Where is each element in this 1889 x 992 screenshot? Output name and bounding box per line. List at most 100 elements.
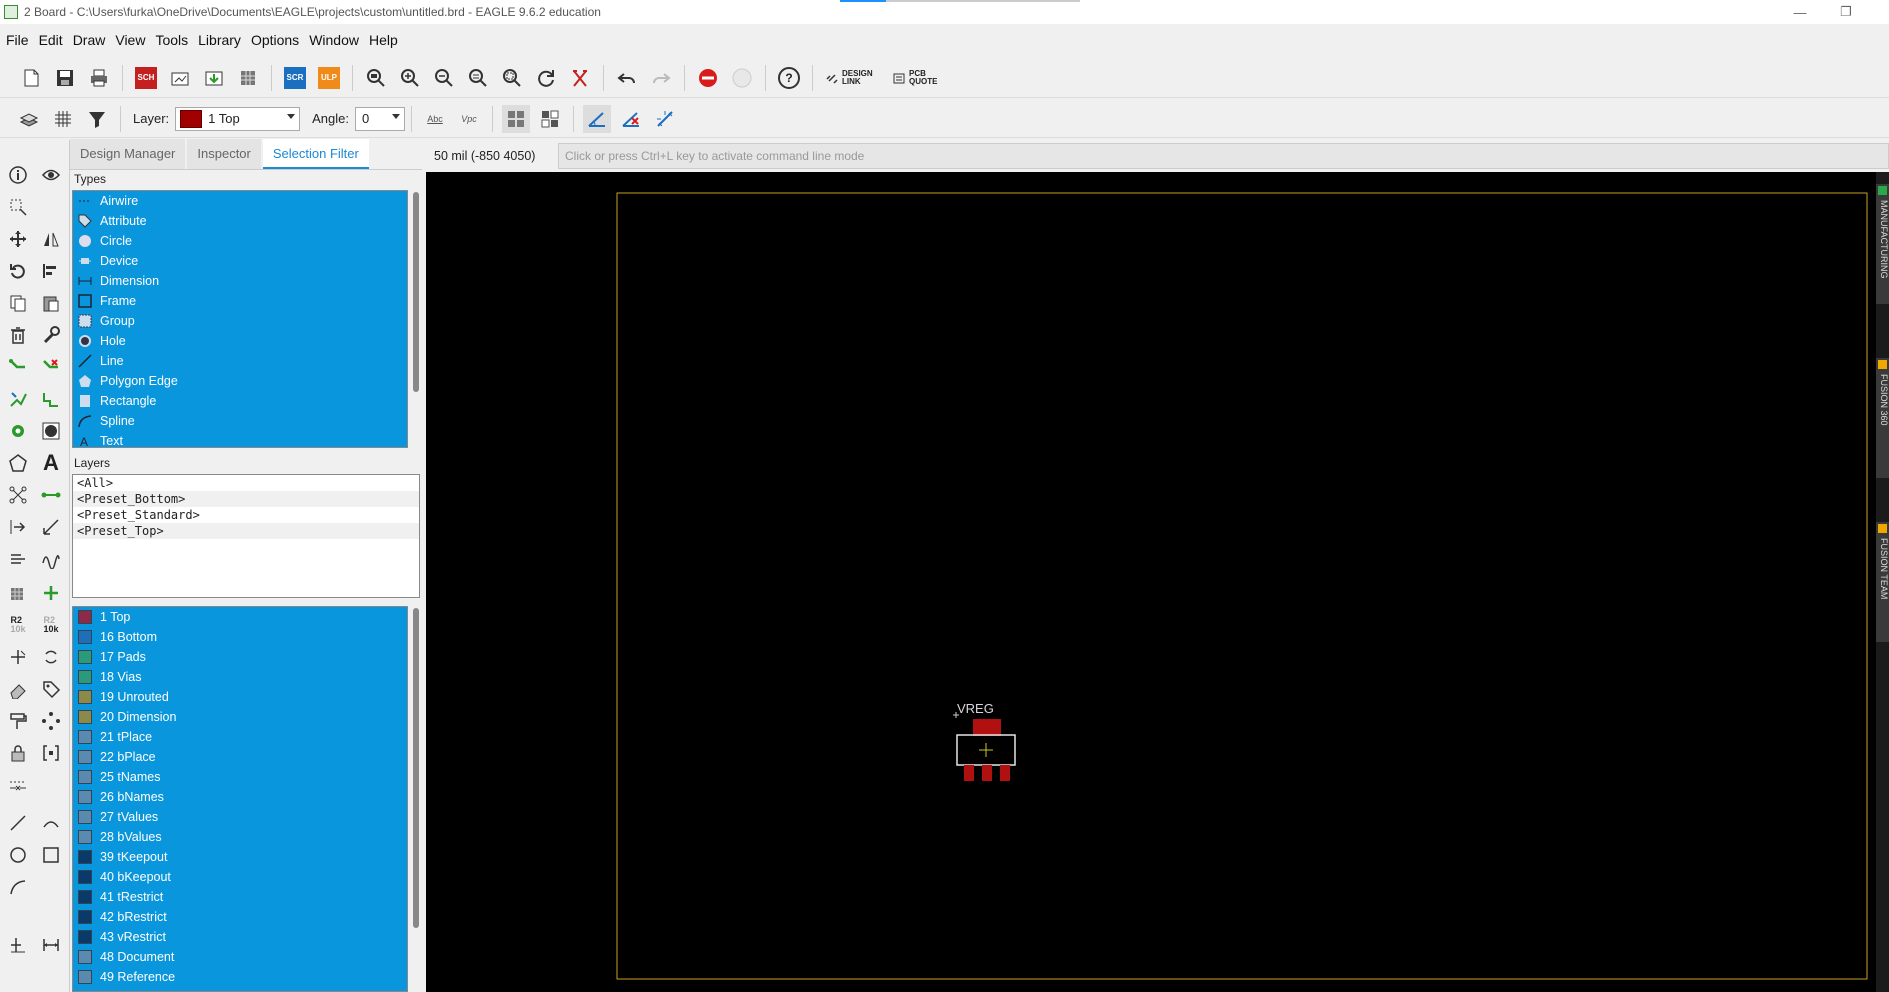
new-file-button[interactable] [17,64,45,92]
type-item-airwire[interactable]: Airwire [73,191,407,211]
layer-select[interactable]: 1 Top [175,106,301,131]
board-canvas[interactable]: VREG [426,172,1876,992]
type-item-group[interactable]: Group [73,311,407,331]
zoom-out-button[interactable] [430,64,458,92]
tab-inspector[interactable]: Inspector [187,139,261,169]
menu-tools[interactable]: Tools [155,32,188,48]
layer-item[interactable]: 27 tValues [73,807,407,827]
types-scrollbar[interactable] [412,190,420,448]
attribute-tool[interactable] [38,676,64,702]
export-button[interactable] [200,64,228,92]
info-tool[interactable] [5,162,31,188]
layer-item[interactable]: 20 Dimension [73,707,407,727]
paste-tool[interactable] [38,290,64,316]
circle-tool[interactable] [5,842,31,868]
layers-scrollbar[interactable] [412,606,420,992]
gateswap-tool[interactable] [38,708,64,734]
type-item-text[interactable]: A Text [73,431,407,447]
layer-item[interactable]: 25 tNames [73,767,407,787]
zoom-select-button[interactable] [498,64,526,92]
line-tool[interactable] [5,810,31,836]
type-item-line[interactable]: Line [73,351,407,371]
layer-item[interactable]: 28 bValues [73,827,407,847]
layer-item[interactable]: 49 Reference [73,967,407,987]
preset-item-bottom[interactable]: <Preset_Bottom> [73,491,419,507]
text-orientation-abc-button[interactable]: Abc [421,105,449,133]
layer-item[interactable]: 21 tPlace [73,727,407,747]
text-tool[interactable]: A [38,450,64,476]
print-button[interactable] [85,64,113,92]
snap-off-button[interactable] [617,105,645,133]
layer-item[interactable]: 22 bPlace [73,747,407,767]
menu-file[interactable]: File [6,32,29,48]
type-item-hole[interactable]: Hole [73,331,407,351]
type-item-circle[interactable]: Circle [73,231,407,251]
pinswap-tool[interactable] [5,676,31,702]
layer-item[interactable]: 43 vRestrict [73,927,407,947]
grid-button[interactable] [49,105,77,133]
placement-mode-a-button[interactable] [502,104,531,133]
menu-window[interactable]: Window [309,32,359,48]
polygon-tool[interactable] [5,450,31,476]
menu-library[interactable]: Library [198,32,241,48]
replace-tool[interactable] [38,580,64,606]
preset-item-all[interactable]: <All> [73,475,419,491]
magnetic-snap-button[interactable] [651,105,679,133]
group-tool[interactable] [5,194,31,220]
lock-tool[interactable] [5,514,31,540]
menu-view[interactable]: View [115,32,145,48]
rectangle-tool[interactable] [38,842,64,868]
layer-settings-button[interactable] [15,105,43,133]
meander-length-tool[interactable] [38,546,64,572]
switch-to-schematic-button[interactable]: SCH [132,64,160,92]
hole-tool[interactable] [38,418,64,444]
layer-item[interactable]: 42 bRestrict [73,907,407,927]
mirror-tool[interactable] [38,226,64,252]
run-script-button[interactable]: SCR [281,64,309,92]
type-item-device[interactable]: Device [73,251,407,271]
optimize-tool[interactable] [5,546,31,572]
pcb-quote-button[interactable]: PCB QUOTE [892,69,939,86]
split-tool[interactable] [5,482,31,508]
signal-tool[interactable] [38,482,64,508]
command-line-input[interactable]: Click or press Ctrl+L key to activate co… [558,143,1889,169]
layer-item[interactable]: 39 tKeepout [73,847,407,867]
autorouter-tool[interactable] [5,386,31,412]
layer-item[interactable]: 26 bNames [73,787,407,807]
move-tool[interactable] [5,226,31,252]
miter-tool[interactable] [38,514,64,540]
placement-mode-b-button[interactable] [536,105,564,133]
preset-item-standard[interactable]: <Preset_Standard> [73,507,419,523]
change-tool[interactable] [38,322,64,348]
type-item-frame[interactable]: Frame [73,291,407,311]
layer-item[interactable]: 1 Top [73,607,407,627]
layer-item[interactable]: 19 Unrouted [73,687,407,707]
type-item-polygon-edge[interactable]: Polygon Edge [73,371,407,391]
menu-edit[interactable]: Edit [39,32,63,48]
zoom-fit-button[interactable] [362,64,390,92]
stop-button[interactable] [694,64,722,92]
undo-button[interactable] [613,64,641,92]
layer-item[interactable]: 16 Bottom [73,627,407,647]
minimize-button[interactable]: — [1777,0,1823,24]
zoom-in-button[interactable] [396,64,424,92]
filter-button[interactable] [83,105,111,133]
show-tool[interactable] [38,162,64,188]
tab-design-manager[interactable]: Design Manager [70,139,186,169]
dimension-tool[interactable] [38,932,64,958]
name-tool[interactable]: R2 10k [5,612,31,638]
board-3d-button[interactable] [234,64,262,92]
paint-tool[interactable] [5,708,31,734]
text-orientation-vpc-button[interactable]: Vpc [455,105,483,133]
spline-tool[interactable] [5,874,31,900]
swap-tool[interactable] [38,644,64,670]
redo-button[interactable] [647,64,675,92]
via-tool[interactable] [5,418,31,444]
ratsnest-button[interactable] [566,64,594,92]
smash-tool[interactable] [5,644,31,670]
save-button[interactable] [51,64,79,92]
layer-item[interactable]: 40 bKeepout [73,867,407,887]
menu-draw[interactable]: Draw [73,32,106,48]
angle-select[interactable]: 0 [355,106,406,131]
menu-options[interactable]: Options [251,32,299,48]
